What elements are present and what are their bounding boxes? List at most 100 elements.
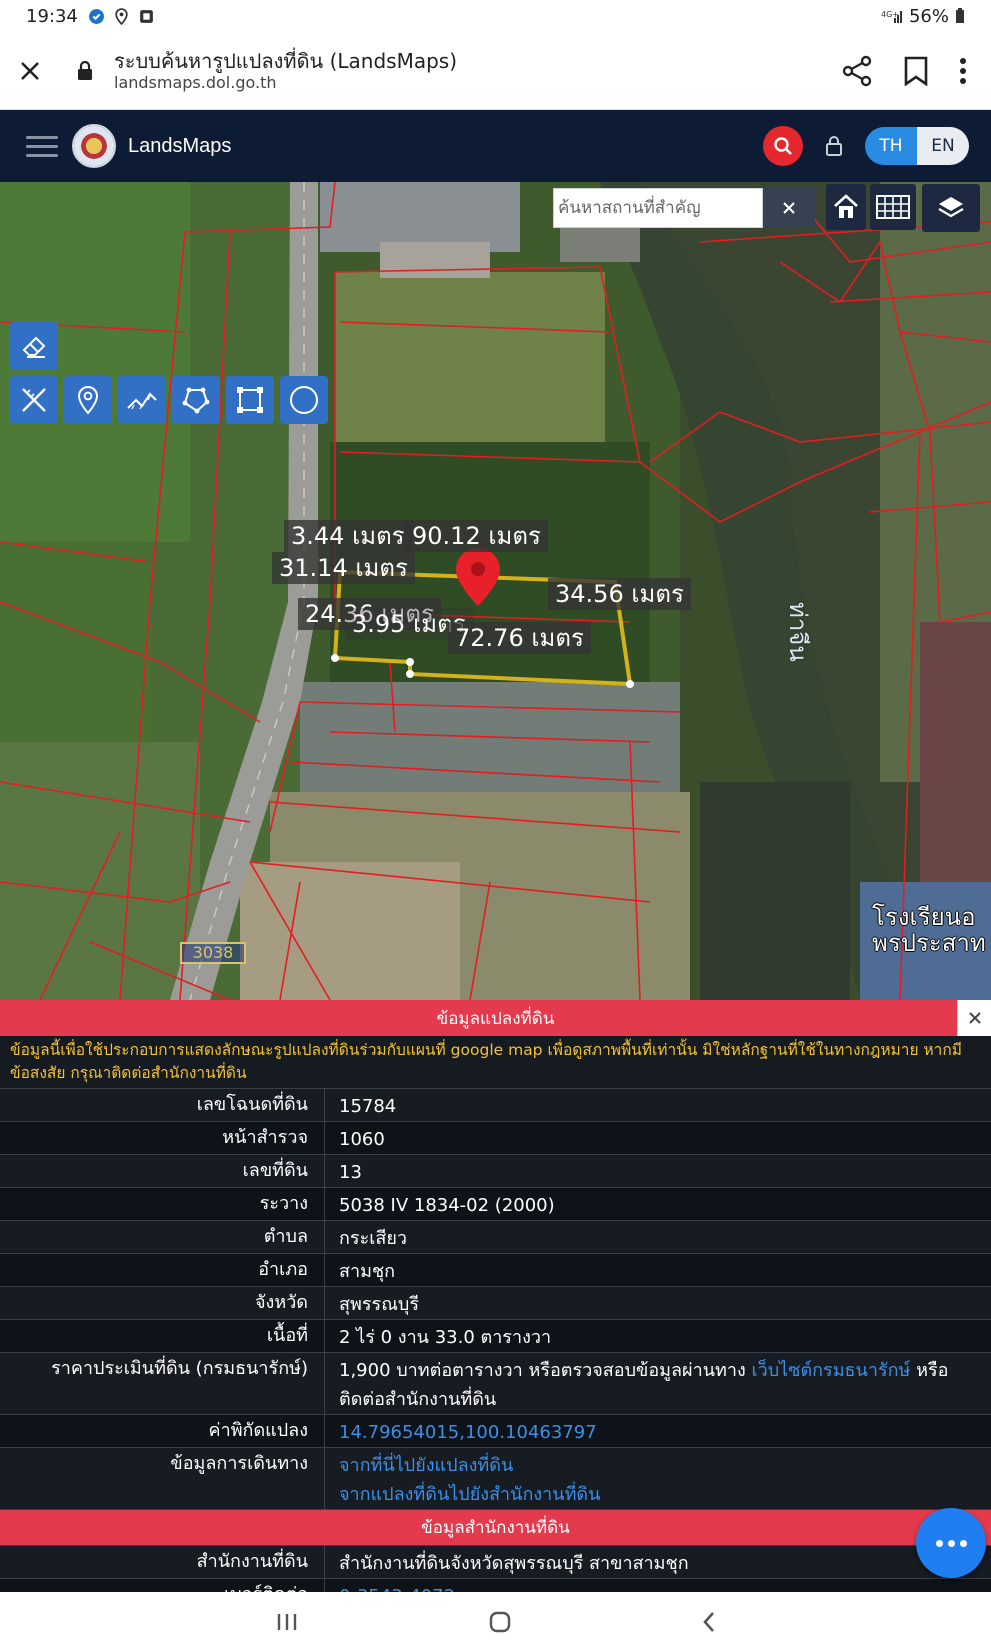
row-label: สำนักงานที่ดิน [0, 1546, 325, 1578]
rectangle-tool-button[interactable] [226, 376, 274, 424]
row-label: ค่าพิกัดแปลง [0, 1415, 325, 1447]
close-tab-button[interactable] [0, 60, 60, 82]
row-label: เลขที่ดิน [0, 1155, 325, 1187]
price-row: ราคาประเมินที่ดิน (กรมธนารักษ์) 1,900 บา… [0, 1352, 991, 1414]
polyline-icon [127, 392, 157, 410]
status-time: 19:34 [26, 5, 78, 27]
measurement-label: 90.12 เมตร [405, 520, 548, 552]
lang-th-button[interactable]: TH [865, 127, 917, 165]
lock-icon [78, 60, 92, 80]
circle-tool-button[interactable] [280, 376, 328, 424]
office-section-header: ข้อมูลสำนักงานที่ดิน [0, 1509, 991, 1545]
table-row: เลขที่ดิน 13 [0, 1154, 991, 1187]
language-switch[interactable]: TH EN [865, 127, 969, 165]
network-signal-icon: 4G+ [881, 10, 902, 23]
layers-button[interactable] [922, 184, 980, 232]
eraser-icon [22, 336, 46, 358]
row-label: ตำบล [0, 1221, 325, 1253]
row-value: สุพรรณบุรี [339, 1294, 419, 1315]
close-icon [968, 1012, 981, 1024]
bookmark-icon[interactable] [903, 56, 929, 86]
phone-row: เบอร์ติดต่อ 0-3543-4072 [0, 1578, 991, 1592]
share-icon[interactable] [841, 55, 873, 87]
row-label: เนื้อที่ [0, 1320, 325, 1352]
battery-level: 56% [908, 5, 949, 27]
grid-toggle-button[interactable] [870, 184, 916, 230]
browser-toolbar: ระบบค้นหารูปแปลงที่ดิน (LandsMaps) lands… [0, 32, 991, 110]
point-tool-button[interactable] [64, 376, 112, 424]
disclaimer-text: ข้อมูลนี้เพื่อใช้ประกอบการแสดงลักษณะรูปแ… [0, 1036, 991, 1088]
status-bar: 19:34 4G+ 56% [0, 0, 991, 32]
treasury-website-link[interactable]: เว็บไซต์กรมธนารักษ์ [751, 1360, 910, 1381]
home-nav-icon[interactable] [488, 1610, 512, 1634]
close-icon [783, 202, 795, 214]
grid-icon [876, 195, 910, 219]
line-tool-button[interactable] [118, 376, 166, 424]
clear-search-button[interactable] [763, 188, 815, 228]
app-header: LandsMaps TH EN [0, 110, 991, 182]
search-button[interactable] [763, 126, 803, 166]
road-number-label: 3038 [180, 942, 246, 964]
measurement-label: 3.44 เมตร [284, 520, 412, 552]
layers-icon [938, 197, 964, 218]
app-notification-icon [88, 8, 104, 24]
more-actions-button[interactable] [916, 1508, 986, 1578]
screenshot-notification-icon [140, 9, 153, 23]
home-icon [834, 194, 858, 218]
price-text: 1,900 บาทต่อตารางวา หรือตรวจสอบข้อมูลผ่า… [339, 1360, 752, 1381]
coordinate-link[interactable]: 14.79654015,100.10463797 [339, 1422, 597, 1443]
header-actions: TH EN [763, 126, 969, 166]
ruler-pencil-icon [22, 388, 46, 412]
site-security-button[interactable] [70, 60, 100, 81]
travel-row: ข้อมูลการเดินทาง จากที่นี่ไปยังแปลงที่ดิ… [0, 1447, 991, 1509]
dot-icon [947, 1539, 955, 1547]
status-right: 4G+ 56% [881, 6, 965, 27]
map-pin-icon [77, 385, 99, 415]
row-label: หน้าสำรวจ [0, 1122, 325, 1154]
coordinate-row: ค่าพิกัดแปลง 14.79654015,100.10463797 [0, 1414, 991, 1447]
polygon-tool-button[interactable] [172, 376, 220, 424]
row-value: 2 ไร่ 0 งาน 33.0 ตารางวา [339, 1327, 552, 1348]
row-label: เบอร์ติดต่อ [0, 1579, 325, 1592]
row-value: สามชุก [339, 1261, 396, 1282]
panel-header: ข้อมูลแปลงที่ดิน [0, 1000, 991, 1036]
page-address[interactable]: ระบบค้นหารูปแปลงที่ดิน (LandsMaps) lands… [114, 49, 457, 92]
network-type: 4G+ [881, 10, 899, 19]
table-row: จังหวัด สุพรรณบุรี [0, 1286, 991, 1319]
place-search-input[interactable] [553, 188, 763, 228]
close-panel-button[interactable] [957, 1000, 991, 1036]
home-button[interactable] [826, 184, 866, 230]
school-label-line2: พรประสาท [872, 929, 986, 957]
back-icon[interactable] [701, 1610, 717, 1634]
system-nav-bar [0, 1592, 991, 1652]
recent-apps-icon[interactable] [275, 1612, 299, 1632]
row-label: อำเภอ [0, 1254, 325, 1286]
lang-en-button[interactable]: EN [917, 127, 969, 165]
office-value: สำนักงานที่ดินจังหวัดสุพรรณบุรี สาขาสามช… [339, 1553, 689, 1574]
measure-tool-button[interactable] [10, 376, 58, 424]
row-label: ราคาประเมินที่ดิน (กรมธนารักษ์) [0, 1353, 325, 1414]
directions-to-parcel-link[interactable]: จากที่นี่ไปยังแปลงที่ดิน [339, 1451, 991, 1480]
panel-title: ข้อมูลแปลงที่ดิน [436, 1008, 555, 1029]
row-value: กระเสียว [339, 1228, 408, 1249]
school-label-line1: โรงเรียนอ [872, 903, 976, 931]
measurement-label: 72.76 เมตร [448, 622, 591, 654]
table-row: ตำบล กระเสียว [0, 1220, 991, 1253]
map-view[interactable]: 3.44 เมตร 90.12 เมตร 31.14 เมตร 34.56 เม… [0, 182, 991, 1000]
browser-actions [841, 55, 967, 87]
more-options-icon[interactable] [959, 57, 967, 85]
directions-to-office-link[interactable]: จากแปลงที่ดินไปยังสำนักงานที่ดิน [339, 1480, 991, 1509]
menu-icon[interactable] [26, 135, 58, 157]
river-label: ท่าจีน [784, 602, 812, 662]
row-label: เลขโฉนดที่ดิน [0, 1089, 325, 1121]
eraser-tool-button[interactable] [10, 322, 58, 370]
table-row: อำเภอ สามชุก [0, 1253, 991, 1286]
table-row: ระวาง 5038 IV 1834-02 (2000) [0, 1187, 991, 1220]
close-icon [21, 61, 39, 80]
parcel-info-panel: ข้อมูลแปลงที่ดิน ข้อมูลนี้เพื่อใช้ประกอบ… [0, 1000, 991, 1592]
table-row: เลขโฉนดที่ดิน 15784 [0, 1088, 991, 1121]
row-value: 5038 IV 1834-02 (2000) [339, 1195, 555, 1216]
satellite-map[interactable] [0, 182, 991, 1000]
price-value: 1,900 บาทต่อตารางวา หรือตรวจสอบข้อมูลผ่า… [325, 1353, 991, 1414]
login-lock-icon[interactable] [825, 135, 843, 157]
